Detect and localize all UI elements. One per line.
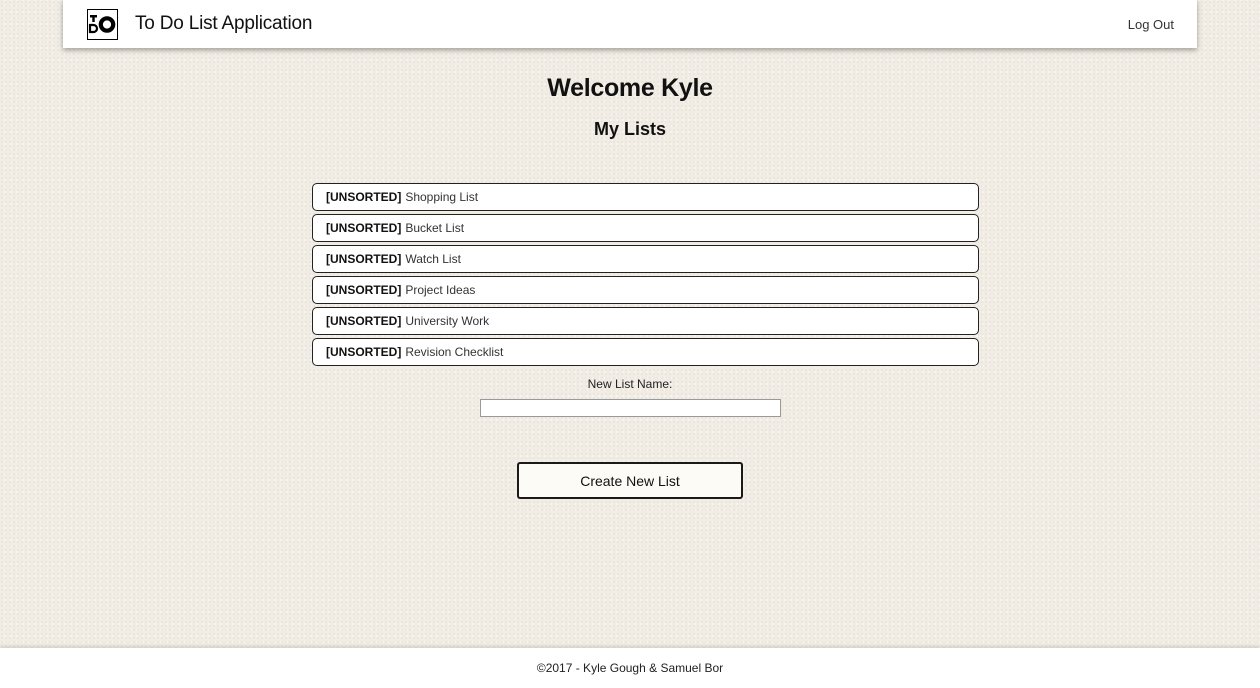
list-status-tag: [UNSORTED]	[326, 252, 402, 266]
footer: ©2017 - Kyle Gough & Samuel Bor	[0, 648, 1260, 688]
list-item-bucket[interactable]: [UNSORTED] Bucket List	[312, 214, 979, 242]
list-status-tag: [UNSORTED]	[326, 190, 402, 204]
todo-logo-graphic	[87, 8, 118, 40]
lists-container: [UNSORTED] Shopping List [UNSORTED] Buck…	[312, 183, 979, 369]
list-name: Project Ideas	[405, 283, 476, 297]
list-name: University Work	[405, 314, 490, 328]
list-item-watch[interactable]: [UNSORTED] Watch List	[312, 245, 979, 273]
list-name: Shopping List	[405, 190, 479, 204]
list-name: Bucket List	[405, 221, 465, 235]
welcome-heading: Welcome Kyle	[547, 74, 713, 102]
my-lists-heading: My Lists	[593, 119, 667, 139]
new-list-name-label: New List Name:	[587, 377, 673, 391]
list-item-shopping[interactable]: [UNSORTED] Shopping List	[312, 183, 979, 211]
list-name: Watch List	[405, 252, 461, 266]
list-name: Revision Checklist	[405, 345, 504, 359]
create-new-list-button[interactable]: Create New List	[517, 462, 743, 499]
footer-copyright: ©2017 - Kyle Gough & Samuel Bor	[536, 661, 724, 675]
list-item-project-ideas[interactable]: [UNSORTED] Project Ideas	[312, 276, 979, 304]
list-status-tag: [UNSORTED]	[326, 345, 402, 359]
app-title[interactable]: To Do List Application	[135, 13, 312, 35]
navbar: To Do List Application Log Out	[63, 0, 1197, 48]
list-status-tag: [UNSORTED]	[326, 283, 402, 297]
list-status-tag: [UNSORTED]	[326, 221, 402, 235]
new-list-name-input[interactable]	[480, 399, 781, 417]
todo-logo-icon[interactable]	[87, 8, 118, 40]
list-item-university-work[interactable]: [UNSORTED] University Work	[312, 307, 979, 335]
list-status-tag: [UNSORTED]	[326, 314, 402, 328]
logout-link[interactable]: Log Out	[1128, 17, 1174, 32]
list-item-revision-checklist[interactable]: [UNSORTED] Revision Checklist	[312, 338, 979, 366]
